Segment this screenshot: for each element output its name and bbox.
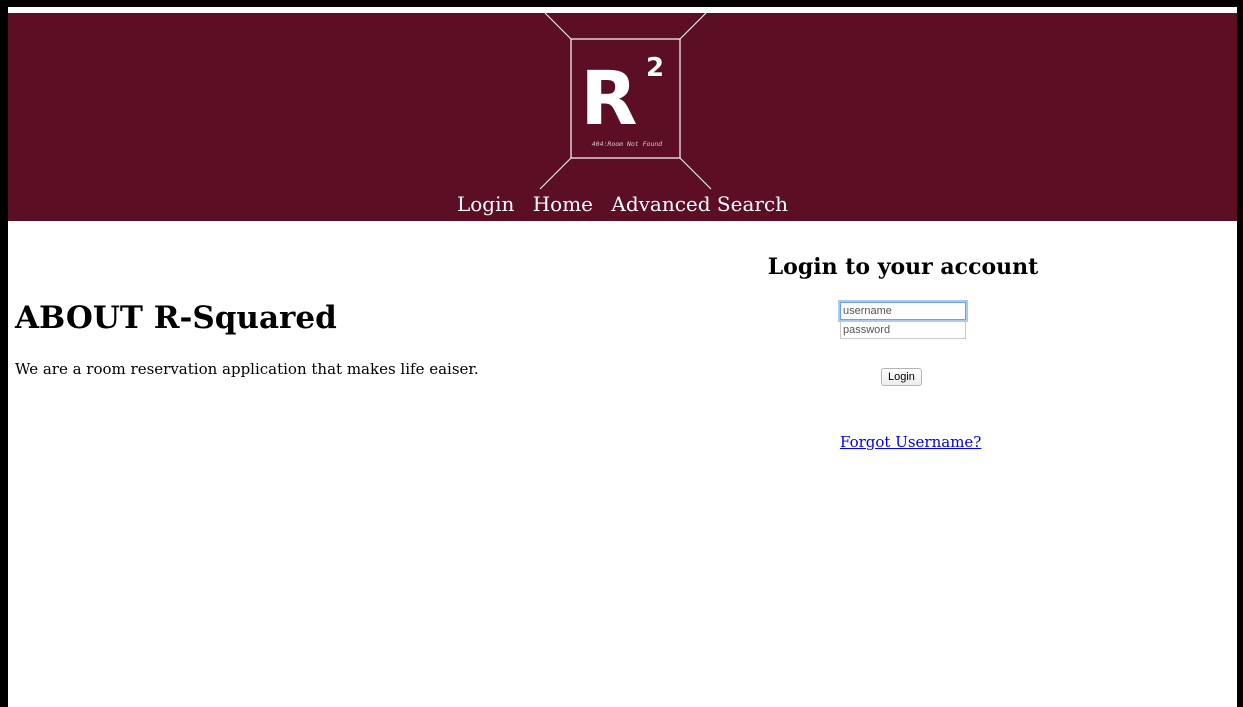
login-title: Login to your account	[767, 254, 1039, 280]
logo-line-bottom-right	[679, 157, 712, 190]
password-input[interactable]	[840, 321, 966, 339]
about-title: ABOUT R-Squared	[15, 300, 337, 336]
logo-superscript: 2	[646, 53, 664, 83]
nav-home[interactable]: Home	[533, 192, 593, 216]
login-button[interactable]: Login	[881, 368, 922, 386]
nav-advanced-search[interactable]: Advanced Search	[611, 192, 788, 216]
logo-tagline: 404:Room Not Found	[592, 140, 663, 148]
nav-login[interactable]: Login	[457, 192, 514, 216]
main-nav: Login Home Advanced Search	[8, 192, 1237, 216]
r-squared-logo: R 2 404:Room Not Found	[539, 13, 712, 190]
username-input[interactable]	[840, 302, 966, 320]
page-frame: R 2 404:Room Not Found Login Home Advanc…	[8, 7, 1237, 707]
logo-line-top-right	[679, 13, 707, 40]
forgot-username-link[interactable]: Forgot Username?	[840, 433, 981, 451]
logo-line-top-left	[544, 13, 572, 40]
about-text: We are a room reservation application th…	[15, 360, 479, 378]
site-header: R 2 404:Room Not Found Login Home Advanc…	[8, 13, 1237, 221]
logo-line-bottom-left	[539, 157, 572, 190]
logo-letter: R	[581, 56, 638, 142]
